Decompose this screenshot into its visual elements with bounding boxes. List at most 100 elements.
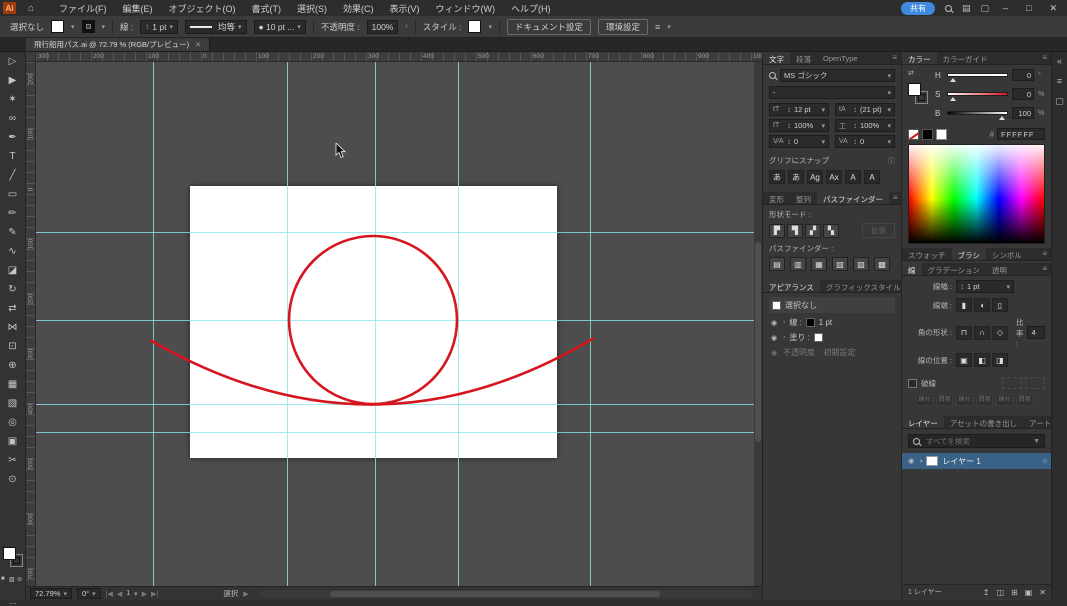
share-button[interactable]: 共有 — [901, 2, 935, 15]
glyph-snap-button[interactable]: A — [845, 170, 861, 184]
stepper-icon[interactable]: ↕ — [960, 282, 964, 291]
stroke-color-chip[interactable] — [806, 318, 815, 327]
tab-swatches[interactable]: スウォッチ — [902, 248, 952, 260]
prev-artboard-icon[interactable]: ◀ — [117, 590, 122, 598]
minimize-button[interactable]: – — [999, 3, 1012, 13]
color-mode-button[interactable]: ⊘ — [17, 576, 24, 583]
horizontal-ruler[interactable]: 3002001000100200300400500600700800900100… — [36, 52, 762, 62]
preferences-button[interactable]: 環境設定 — [598, 19, 648, 35]
stepper-icon[interactable]: ↕ — [853, 105, 857, 114]
cap-button[interactable]: ▮ — [956, 298, 972, 312]
hex-field[interactable]: FFFFFF — [997, 128, 1045, 140]
tab-pathfinder[interactable]: パスファインダー — [817, 192, 889, 204]
pathfinder-button[interactable]: ▥ — [790, 257, 806, 271]
panel-menu-icon[interactable]: ≡ — [888, 52, 901, 64]
tool-button[interactable]: ◪ — [2, 261, 24, 280]
pathfinder-button[interactable]: ▤ — [769, 257, 785, 271]
align-options-icon[interactable]: ≡ — [655, 22, 660, 32]
pathfinder-button[interactable]: ▧ — [832, 257, 848, 271]
menu-item[interactable]: 書式(T) — [245, 1, 289, 16]
caret-down-icon[interactable]: ▾ — [134, 590, 138, 598]
hue-slider[interactable] — [947, 73, 1008, 77]
fill-stroke-control[interactable] — [3, 547, 23, 569]
shape-mode-button[interactable]: ▞ — [805, 224, 821, 238]
layers-action-icon[interactable]: ▣ — [1025, 588, 1033, 597]
tab-asset-export[interactable]: アセットの書き出し — [944, 416, 1023, 428]
next-artboard-icon[interactable]: ▶ — [142, 590, 147, 598]
tool-button[interactable]: ▧ — [2, 394, 24, 413]
caret-down-icon[interactable]: ▾ — [667, 23, 671, 31]
character-field[interactable]: V⁄A ↕ 0 ▾ — [769, 135, 829, 148]
info-icon[interactable]: ⓘ — [888, 156, 895, 166]
slider-value[interactable]: 100 — [1012, 107, 1034, 119]
glyph-snap-button[interactable]: あ — [769, 170, 785, 184]
tab-transparency[interactable]: 透明 — [986, 263, 1013, 275]
menu-item[interactable]: ウィンドウ(W) — [429, 1, 503, 16]
tab-transform[interactable]: 変形 — [763, 192, 790, 204]
color-mode-button[interactable]: ▨ — [9, 576, 16, 583]
brightness-slider[interactable] — [947, 111, 1008, 115]
workspace-icon[interactable]: ▢ — [980, 3, 989, 14]
variable-width-profile[interactable]: 均等 ▾ — [185, 20, 247, 34]
tool-button[interactable]: ▷ — [2, 52, 24, 71]
tab-brushes[interactable]: ブラシ — [952, 248, 986, 260]
tool-button[interactable]: ▶ — [2, 71, 24, 90]
caret-down-icon[interactable]: ▾ — [238, 23, 242, 31]
stroke-width-field[interactable]: ↕ 1 pt ▾ — [956, 280, 1014, 293]
pathfinder-button[interactable]: ▨ — [853, 257, 869, 271]
caret-down-icon[interactable]: ▾ — [92, 590, 96, 598]
corner-button[interactable]: ∩ — [974, 326, 990, 340]
tool-button[interactable]: ⇄ — [2, 299, 24, 318]
caret-down-icon[interactable]: ▾ — [887, 72, 891, 80]
fill-color-swatch[interactable] — [3, 547, 16, 560]
slider-thumb[interactable] — [950, 78, 956, 82]
layers-action-icon[interactable]: ◫ — [996, 588, 1004, 597]
caret-down-icon[interactable]: ▾ — [63, 590, 67, 598]
font-search-icon[interactable] — [769, 72, 776, 79]
corner-button[interactable]: ◇ — [992, 326, 1008, 340]
white-swatch[interactable] — [936, 129, 947, 140]
tool-button[interactable]: ╱ — [2, 166, 24, 185]
corner-button[interactable]: ⊓ — [956, 326, 972, 340]
tab-stroke[interactable]: 線 — [902, 263, 922, 275]
fill-color-chip[interactable] — [814, 333, 823, 342]
stepper-icon[interactable]: ↕ — [853, 121, 857, 130]
eye-icon[interactable]: ◉ — [769, 319, 779, 327]
stroke-width-field[interactable]: ↕ 1 pt ▾ — [140, 20, 178, 34]
menu-item[interactable]: 選択(S) — [290, 1, 334, 16]
tab-graphic-styles[interactable]: グラフィックスタイル — [820, 280, 907, 292]
stroke-align-button[interactable]: ◨ — [992, 353, 1008, 367]
edit-toolbar-button[interactable]: … — [0, 597, 26, 606]
collapse-panels-icon[interactable]: « — [1057, 56, 1062, 66]
arrange-documents-icon[interactable]: ▤ — [962, 3, 971, 14]
tool-button[interactable]: ⊙ — [2, 470, 24, 489]
cap-button[interactable]: ◖ — [974, 298, 990, 312]
color-spectrum[interactable] — [908, 144, 1045, 244]
tab-color-guide[interactable]: カラーガイド — [937, 52, 994, 64]
layer-row[interactable]: ◉ › レイヤー 1 ○ — [902, 453, 1051, 469]
opacity-field[interactable]: 100% — [367, 20, 399, 34]
cap-button[interactable]: ▯ — [992, 298, 1008, 312]
glyph-snap-button[interactable]: Ax — [826, 170, 842, 184]
font-style-field[interactable]: - ▾ — [769, 86, 895, 99]
font-family-field[interactable]: MS ゴシック ▾ — [780, 69, 895, 82]
layer-target-icon[interactable]: ○ — [1043, 458, 1047, 465]
caret-down-icon[interactable]: ▾ — [821, 138, 825, 146]
style-swatch[interactable] — [468, 20, 481, 33]
saturation-slider[interactable] — [947, 92, 1008, 96]
tab-symbols[interactable]: シンボル — [986, 248, 1028, 260]
swap-colors-icon[interactable]: ⇄ — [908, 69, 914, 77]
stroke-caret-icon[interactable]: ▾ — [102, 23, 106, 31]
stroke-swatch[interactable] — [82, 20, 95, 33]
black-swatch[interactable] — [922, 129, 933, 140]
document-setup-button[interactable]: ドキュメント設定 — [507, 19, 591, 35]
shape-mode-button[interactable]: ▛ — [769, 224, 785, 238]
stepper-icon[interactable]: ↕ — [787, 121, 791, 130]
restore-button[interactable]: □ — [1022, 3, 1035, 13]
brush-definition[interactable]: ● 10 pt ... ▾ — [254, 20, 306, 34]
disclosure-icon[interactable]: › — [783, 319, 785, 326]
caret-down-icon[interactable]: ▾ — [887, 138, 891, 146]
layers-action-icon[interactable]: ↥ — [983, 588, 990, 597]
menu-item[interactable]: ヘルプ(H) — [504, 1, 558, 16]
character-field[interactable]: tA ↕ (21 pt) ▾ — [835, 103, 895, 116]
